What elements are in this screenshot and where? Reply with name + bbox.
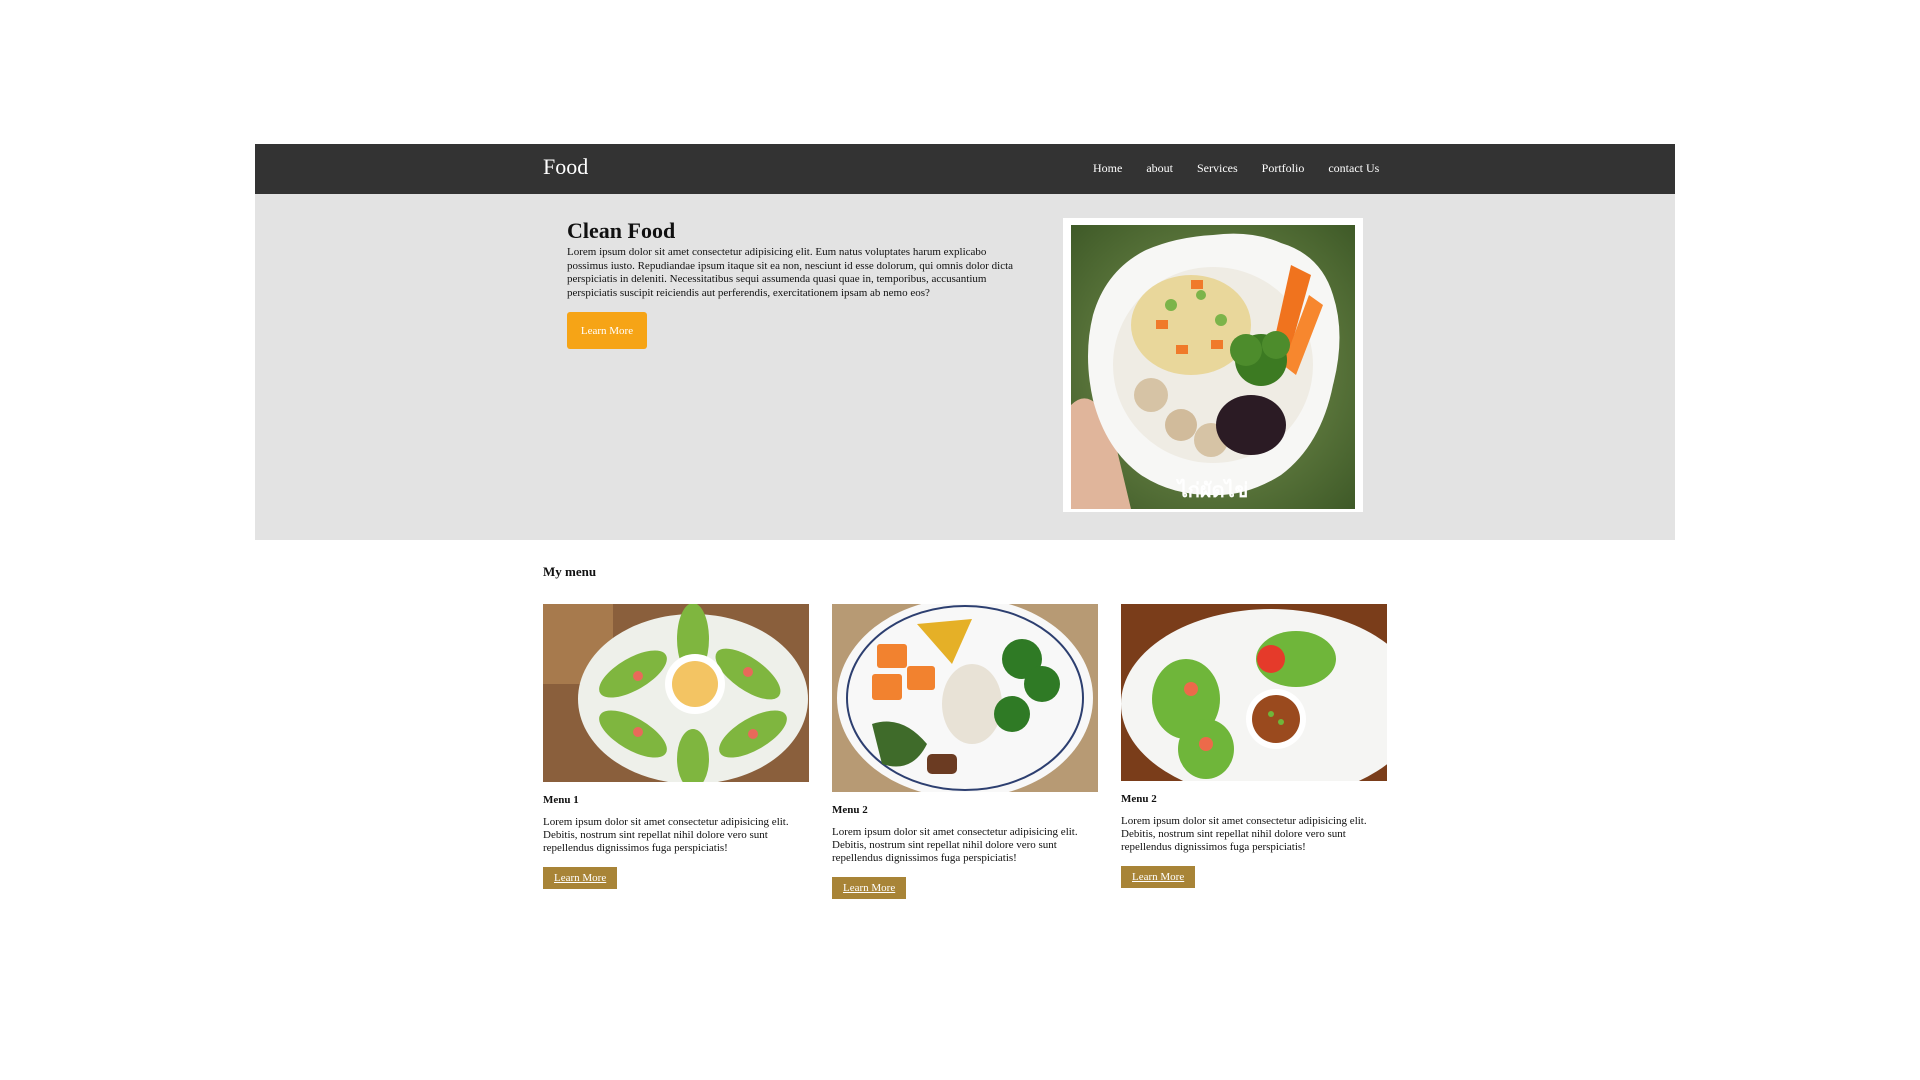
hero-description: Lorem ipsum dolor sit amet consectetur a…: [567, 246, 1014, 299]
menu-heading: My menu: [543, 564, 597, 579]
hero-section: Clean Food Lorem ipsum dolor sit amet co…: [255, 194, 1675, 540]
menu-card-1-title: Menu 1: [543, 794, 579, 806]
hero-learn-more-button[interactable]: Learn More: [567, 312, 647, 349]
nav-link-contact[interactable]: contact Us: [1328, 161, 1379, 176]
menu-card-2-title: Menu 2: [832, 804, 868, 816]
menu-card-2-image: [832, 604, 1098, 792]
nav-link-home[interactable]: Home: [1093, 161, 1122, 176]
menu-card-3-image: [1121, 604, 1387, 781]
menu-card-2-text: Lorem ipsum dolor sit amet consectetur a…: [832, 826, 1078, 864]
nav-link-portfolio[interactable]: Portfolio: [1262, 161, 1305, 176]
hero-image-frame: ไก่ผัดไข่: [1063, 218, 1363, 512]
menu-card-3: Menu 2 Lorem ipsum dolor sit amet consec…: [1121, 604, 1387, 888]
hero-title: Clean Food: [567, 218, 676, 243]
menu-card-3-text: Lorem ipsum dolor sit amet consectetur a…: [1121, 815, 1367, 853]
menu-card-1-learn-more-button[interactable]: Learn More: [543, 867, 618, 889]
page: Food Home about Services Portfolio conta…: [0, 0, 1920, 1080]
menu-card-1-text: Lorem ipsum dolor sit amet consectetur a…: [543, 816, 789, 854]
menu-card-1-image: [543, 604, 809, 782]
nav-link-about[interactable]: about: [1146, 161, 1173, 176]
menu-card-3-learn-more-button[interactable]: Learn More: [1121, 866, 1196, 888]
menu-card-3-title: Menu 2: [1121, 793, 1157, 805]
nav-links: Home about Services Portfolio contact Us: [1093, 161, 1379, 176]
image-watermark-text: ไก่ผัดไข่: [1176, 478, 1249, 502]
menu-card-2-learn-more-button[interactable]: Learn More: [832, 877, 907, 899]
brand-logo-link[interactable]: Food: [543, 154, 588, 180]
hero-food-bowl-image: ไก่ผัดไข่: [1071, 225, 1355, 509]
top-navbar: Food Home about Services Portfolio conta…: [255, 144, 1675, 194]
nav-link-services[interactable]: Services: [1197, 161, 1238, 176]
menu-card-2: Menu 2 Lorem ipsum dolor sit amet consec…: [832, 604, 1098, 899]
menu-card-1: Menu 1 Lorem ipsum dolor sit amet consec…: [543, 604, 809, 889]
